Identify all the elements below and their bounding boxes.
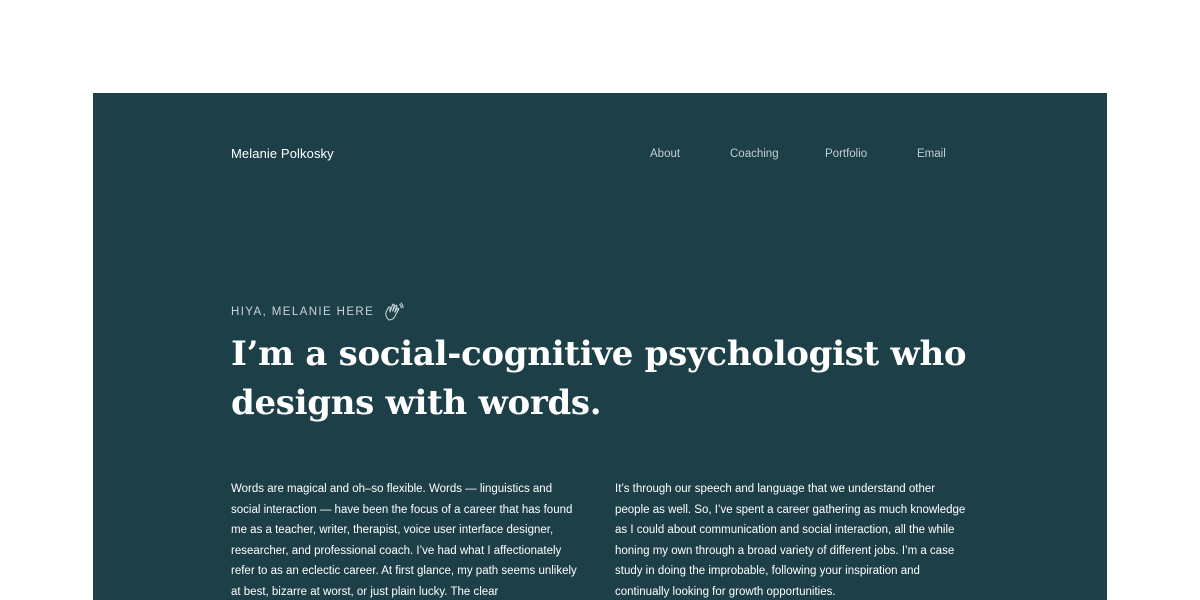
- intro-paragraph-right: It’s through our speech and language tha…: [615, 483, 966, 598]
- nav-email[interactable]: Email: [917, 148, 946, 160]
- nav-portfolio[interactable]: Portfolio: [825, 148, 867, 160]
- intro-paragraph-left: Words are magical and oh–so flexible. Wo…: [231, 483, 577, 598]
- site-brand[interactable]: Melanie Polkosky: [231, 146, 334, 161]
- nav-about[interactable]: About: [650, 148, 680, 160]
- waving-hand-icon: [382, 301, 404, 323]
- hero-panel: Melanie Polkosky About Coaching Portfoli…: [93, 93, 1107, 600]
- eyebrow: HIYA, MELANIE HERE: [231, 301, 404, 323]
- eyebrow-text: HIYA, MELANIE HERE: [231, 306, 375, 318]
- nav-coaching[interactable]: Coaching: [730, 148, 779, 160]
- hero-headline: I’m a social-cognitive psychologist who …: [231, 334, 967, 423]
